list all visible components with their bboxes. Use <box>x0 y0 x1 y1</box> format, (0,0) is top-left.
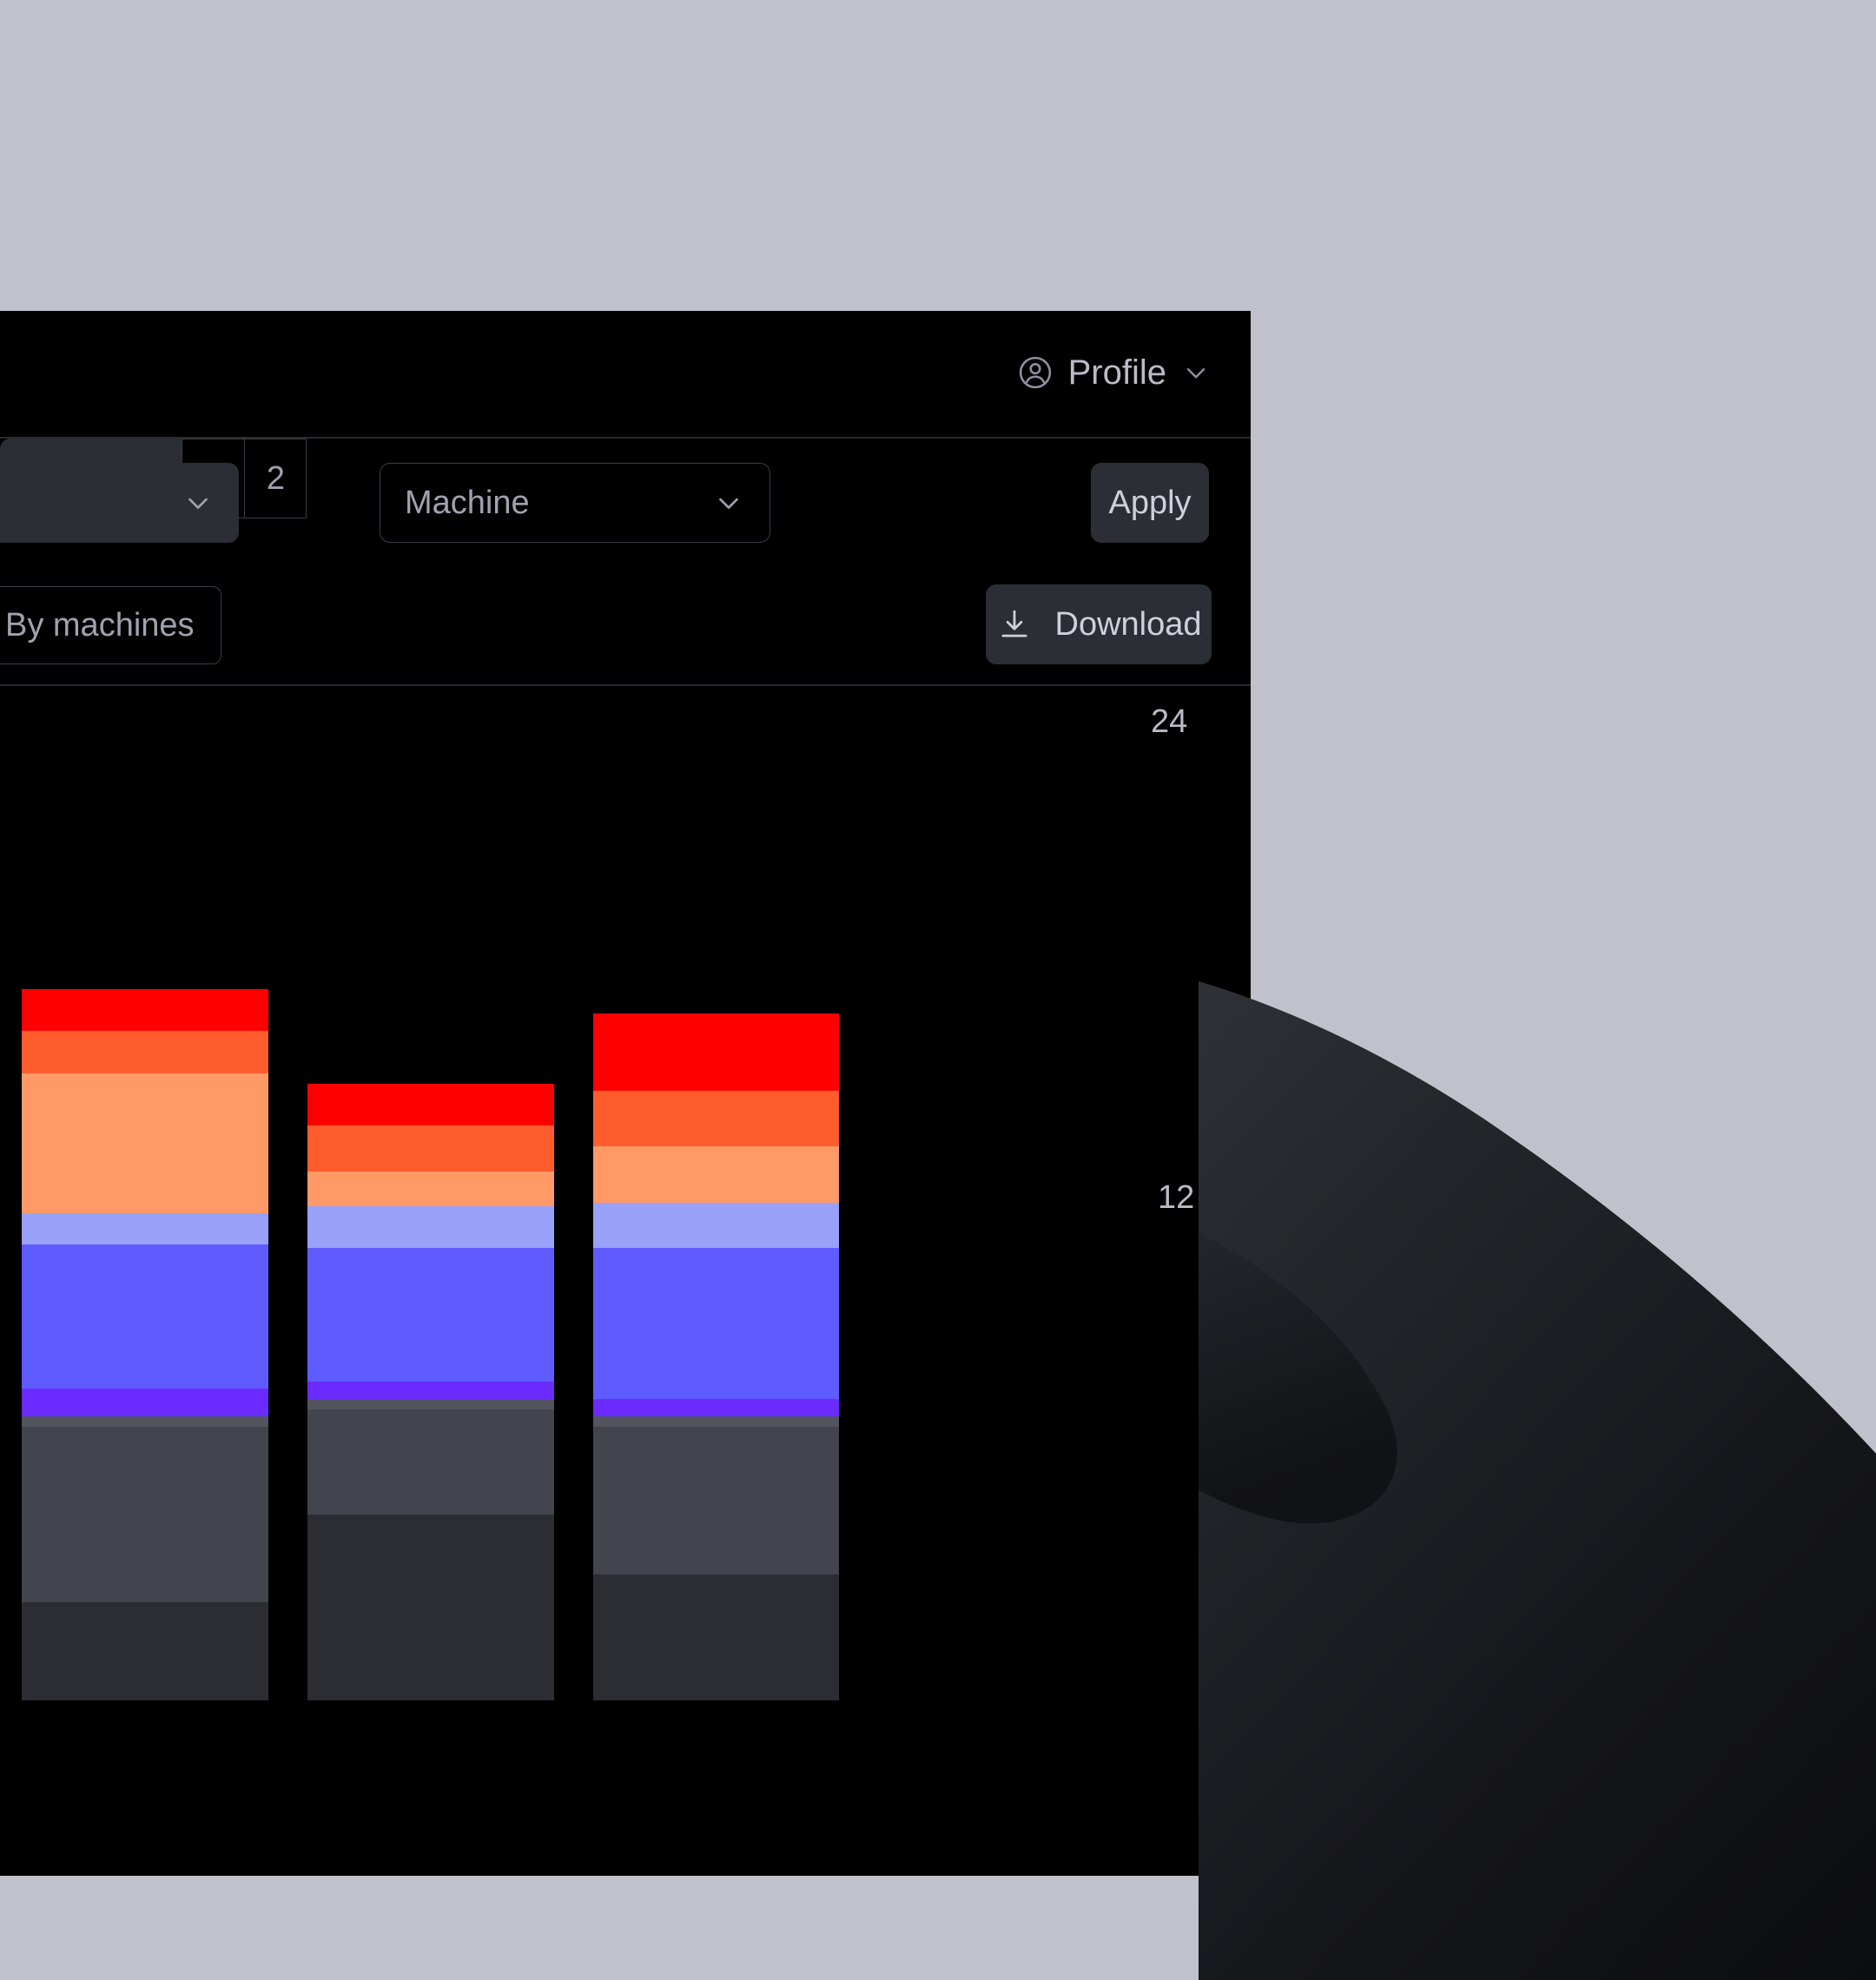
shift-option-2[interactable]: 2 <box>244 439 307 518</box>
segment-periwinkle[interactable] <box>307 1206 554 1249</box>
profile-menu[interactable]: Profile <box>1016 344 1212 401</box>
segment-red[interactable] <box>592 1013 840 1091</box>
segment-blue[interactable] <box>307 1248 554 1382</box>
app-header: Profile <box>0 311 1251 437</box>
segment-orange-red[interactable] <box>307 1125 554 1172</box>
download-icon <box>996 606 1033 643</box>
chevron-down-icon <box>712 486 745 519</box>
download-button[interactable]: Download <box>986 584 1212 664</box>
segment-light-orange[interactable] <box>307 1171 554 1207</box>
segment-red[interactable] <box>307 1083 554 1126</box>
chevron-down-icon <box>1180 357 1212 388</box>
tab-by-machines-label: By machines <box>5 607 195 644</box>
segment-light-orange[interactable] <box>22 1072 268 1214</box>
segment-dark-gray[interactable] <box>592 1427 840 1574</box>
filter-toolbar: BU1 Machine All shifts 1 2 Apply <box>0 439 1251 567</box>
segment-darkest-gray[interactable] <box>307 1515 554 1700</box>
chart-plot-area <box>22 719 1125 1700</box>
segment-red[interactable] <box>22 988 268 1032</box>
chart-bar[interactable] <box>307 1083 554 1700</box>
segment-darkest-gray[interactable] <box>592 1574 840 1700</box>
chevron-down-icon <box>182 486 215 519</box>
segment-violet[interactable] <box>22 1388 268 1417</box>
download-button-label: Download <box>1054 606 1202 643</box>
chart-bar[interactable] <box>22 988 268 1700</box>
segment-orange-red[interactable] <box>592 1090 840 1147</box>
bar-slot-occluded <box>878 719 1125 1700</box>
segment-light-orange[interactable] <box>592 1146 840 1203</box>
y-axis-tick-24: 24 <box>1151 703 1188 740</box>
segment-dark-gray[interactable] <box>307 1409 554 1515</box>
tablet-app-panel: Profile BU1 Machine <box>0 311 1251 1876</box>
segment-gray[interactable] <box>22 1416 268 1428</box>
segment-orange-red[interactable] <box>22 1031 268 1073</box>
bar-slot <box>22 719 268 1700</box>
user-circle-icon <box>1016 353 1054 392</box>
bar-slot <box>307 719 554 1700</box>
y-axis: 24 12 <box>1133 686 1238 1728</box>
segment-violet[interactable] <box>307 1381 554 1399</box>
segment-periwinkle[interactable] <box>22 1213 268 1245</box>
stacked-bar-chart: 24 12 Thursday Friday Suturday MH <box>0 686 1251 1876</box>
segment-violet[interactable] <box>592 1398 840 1417</box>
segment-blue[interactable] <box>22 1244 268 1389</box>
apply-button[interactable]: Apply <box>1091 463 1209 543</box>
y-axis-tick-12: 12 <box>1158 1179 1195 1216</box>
machine-select-value: Machine <box>405 485 530 521</box>
apply-button-label: Apply <box>1108 485 1192 521</box>
hand-illustration <box>1199 980 1876 1980</box>
chart-bar[interactable] <box>592 1013 840 1700</box>
segment-periwinkle[interactable] <box>592 1202 840 1249</box>
segment-dark-gray[interactable] <box>22 1427 268 1602</box>
segment-gray[interactable] <box>307 1398 554 1410</box>
segment-gray[interactable] <box>592 1416 840 1428</box>
machine-select[interactable]: Machine <box>380 463 770 543</box>
segment-blue[interactable] <box>592 1248 840 1399</box>
profile-label: Profile <box>1067 353 1166 392</box>
bar-slot <box>592 719 840 1700</box>
tab-by-machines[interactable]: By machines <box>0 586 221 664</box>
segment-darkest-gray[interactable] <box>22 1602 268 1700</box>
view-mode-toolbar: By machines Download <box>0 567 1251 684</box>
unit-select[interactable]: BU1 <box>0 463 239 543</box>
